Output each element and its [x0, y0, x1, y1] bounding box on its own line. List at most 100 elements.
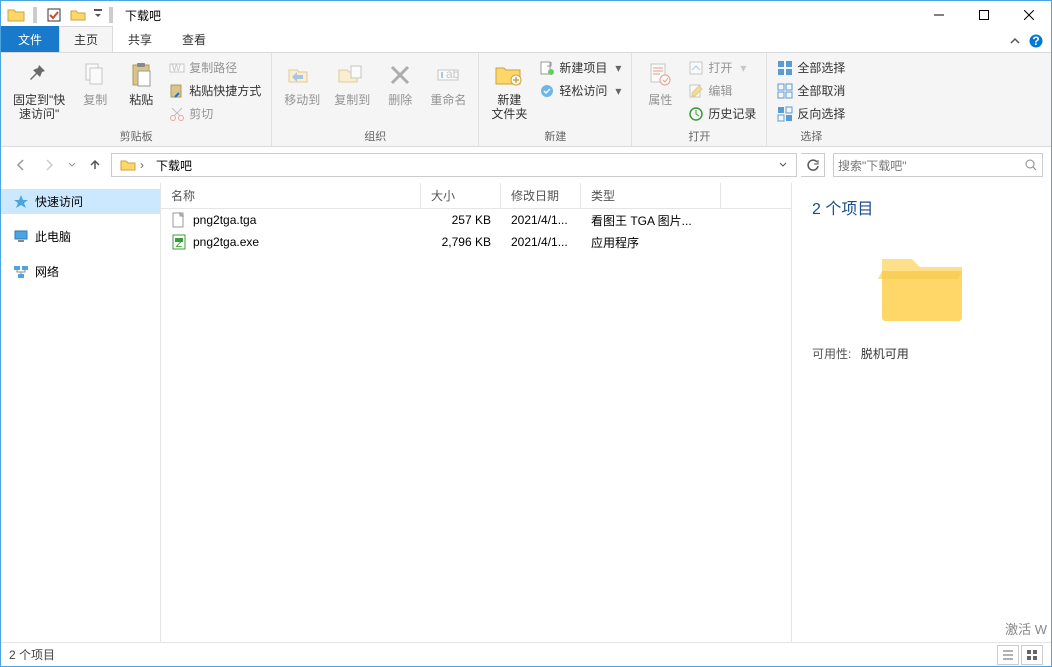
tab-share[interactable]: 共享 [113, 26, 167, 52]
paste-shortcut-button[interactable]: 粘贴快捷方式 [165, 80, 265, 101]
statusbar: 2 个项目 [1, 642, 1051, 666]
sidebar-item-label: 网络 [35, 263, 59, 280]
availability: 可用性: 脱机可用 [812, 345, 909, 362]
select-none-button[interactable]: 全部取消 [773, 80, 849, 101]
copy-path-button[interactable]: w复制路径 [165, 57, 265, 78]
invert-selection-button[interactable]: 反向选择 [773, 103, 849, 124]
view-switcher [997, 645, 1043, 665]
maximize-button[interactable] [961, 1, 1006, 29]
rename-button[interactable]: ab 重命名 [424, 57, 472, 109]
folder-icon [5, 4, 27, 26]
col-size[interactable]: 大小 [421, 183, 501, 208]
minimize-button[interactable] [916, 1, 961, 29]
sidebar-item-network[interactable]: 网络 [1, 259, 160, 284]
dropdown-icon[interactable] [91, 4, 105, 26]
col-name[interactable]: 名称 [161, 183, 421, 208]
new-folder-button[interactable]: 新建 文件夹 [485, 57, 533, 123]
file-name: png2tga.tga [193, 213, 256, 227]
navbar: › 下载吧 搜索"下载吧" [1, 147, 1051, 183]
window-controls [916, 1, 1051, 29]
item-count: 2 个项目 [812, 195, 873, 219]
easy-access-icon [539, 83, 555, 99]
group-open: 属性 打开▾ 编辑 历史记录 打开 [632, 53, 767, 146]
ribbon-tabs: 文件 主页 共享 查看 ? [1, 29, 1051, 53]
delete-icon [384, 59, 416, 91]
back-button[interactable] [9, 153, 33, 177]
checkbox-icon[interactable] [43, 4, 65, 26]
edit-button[interactable]: 编辑 [684, 80, 760, 101]
file-area: 名称 大小 修改日期 类型 png2tga.tga 257 KB 2021/4/… [161, 183, 1051, 642]
sidebar-item-quick-access[interactable]: 快速访问 [1, 189, 160, 214]
close-button[interactable] [1006, 1, 1051, 29]
recent-button[interactable] [65, 153, 79, 177]
delete-button[interactable]: 删除 [378, 57, 422, 109]
view-icons-button[interactable] [1021, 645, 1043, 665]
col-type[interactable]: 类型 [581, 183, 721, 208]
star-icon [13, 194, 29, 210]
group-label: 剪贴板 [120, 127, 153, 145]
file-type: 看图王 TGA 图片... [581, 212, 721, 229]
tab-view[interactable]: 查看 [167, 26, 221, 52]
table-row[interactable]: png2tga.tga 257 KB 2021/4/1... 看图王 TGA 图… [161, 209, 791, 231]
properties-button[interactable]: 属性 [638, 57, 682, 109]
invert-icon [777, 106, 793, 122]
sidebar: 快速访问 此电脑 网络 [1, 183, 161, 642]
address-dropdown[interactable] [772, 154, 794, 176]
rename-icon: ab [432, 59, 464, 91]
up-button[interactable] [83, 153, 107, 177]
search-input[interactable]: 搜索"下载吧" [833, 153, 1043, 177]
status-item-count: 2 个项目 [9, 646, 55, 663]
body: 快速访问 此电脑 网络 名称 大小 修改日期 类型 png2tga.tga 25… [1, 183, 1051, 642]
file-size: 257 KB [421, 213, 501, 227]
select-none-icon [777, 83, 793, 99]
history-button[interactable]: 历史记录 [684, 103, 760, 124]
breadcrumb-root[interactable]: › [114, 158, 150, 172]
col-date[interactable]: 修改日期 [501, 183, 581, 208]
group-label: 组织 [364, 127, 386, 145]
sidebar-item-label: 此电脑 [35, 228, 71, 245]
view-details-button[interactable] [997, 645, 1019, 665]
new-folder-icon [493, 59, 525, 91]
properties-icon [644, 59, 676, 91]
quick-access-toolbar [5, 4, 105, 26]
file-date: 2021/4/1... [501, 235, 581, 249]
move-to-button[interactable]: 移动到 [278, 57, 326, 109]
new-item-button[interactable]: 新建项目▾ [535, 57, 625, 78]
paste-icon [125, 59, 157, 91]
paste-button[interactable]: 粘贴 [119, 57, 163, 109]
shortcut-icon [169, 83, 185, 99]
group-clipboard: 固定到"快 速访问" 复制 粘贴 w复制路径 粘贴快捷方式 剪切 剪贴板 [1, 53, 272, 146]
folder-small-icon[interactable] [67, 4, 89, 26]
open-button[interactable]: 打开▾ [684, 57, 760, 78]
forward-button[interactable] [37, 153, 61, 177]
cut-button[interactable]: 剪切 [165, 103, 265, 124]
copy-to-button[interactable]: 复制到 [328, 57, 376, 109]
group-organize: 移动到 复制到 删除 ab 重命名 组织 [272, 53, 479, 146]
copy-icon [79, 59, 111, 91]
file-size: 2,796 KB [421, 235, 501, 249]
sidebar-item-this-pc[interactable]: 此电脑 [1, 224, 160, 249]
help-icon[interactable]: ? [1029, 34, 1043, 48]
history-icon [688, 106, 704, 122]
titlebar: 下载吧 [1, 1, 1051, 29]
file-icon [171, 212, 187, 228]
select-all-button[interactable]: 全部选择 [773, 57, 849, 78]
select-all-icon [777, 60, 793, 76]
copyto-icon [336, 59, 368, 91]
svg-text:ab: ab [446, 67, 460, 81]
availability-label: 可用性: [812, 347, 851, 361]
address-bar[interactable]: › 下载吧 [111, 153, 797, 177]
group-new: 新建 文件夹 新建项目▾ 轻松访问▾ 新建 [479, 53, 632, 146]
search-icon [1024, 158, 1038, 172]
pin-button[interactable]: 固定到"快 速访问" [7, 57, 71, 123]
copy-button[interactable]: 复制 [73, 57, 117, 109]
table-row[interactable]: 2png2tga.exe 2,796 KB 2021/4/1... 应用程序 [161, 231, 791, 253]
file-type: 应用程序 [581, 234, 721, 251]
tab-home[interactable]: 主页 [59, 26, 113, 52]
tab-file[interactable]: 文件 [1, 26, 59, 52]
ribbon-help: ? [1009, 34, 1051, 52]
collapse-ribbon-icon[interactable] [1009, 35, 1021, 47]
refresh-button[interactable] [801, 153, 825, 177]
breadcrumb-segment[interactable]: 下载吧 [150, 157, 198, 174]
easy-access-button[interactable]: 轻松访问▾ [535, 80, 625, 101]
